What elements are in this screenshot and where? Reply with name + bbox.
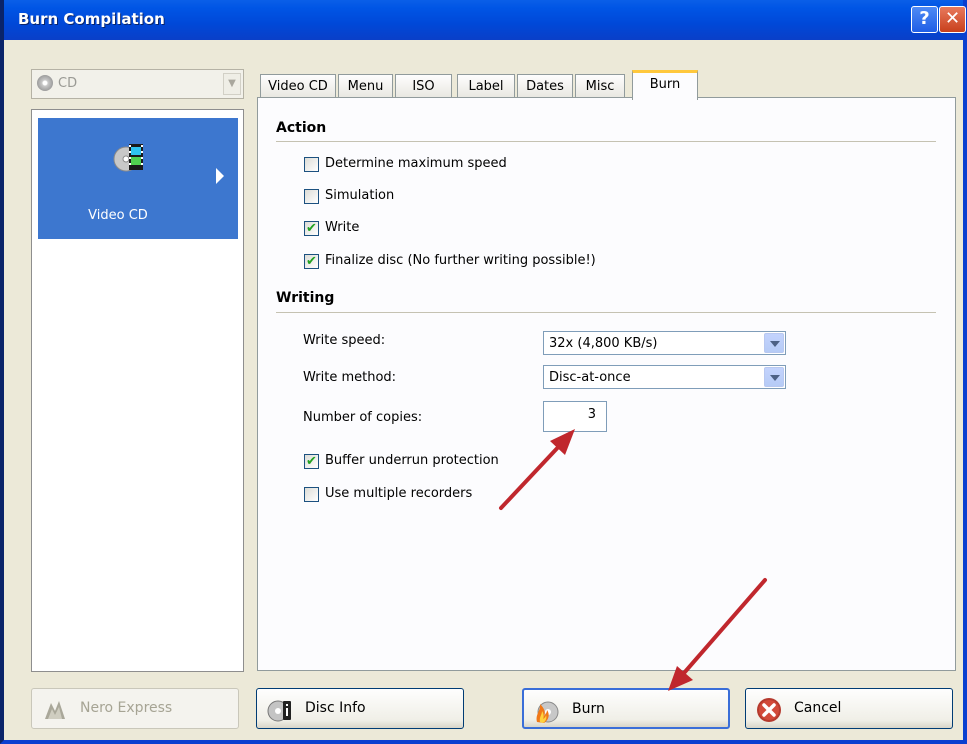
media-type-combo[interactable]: CD ▼: [31, 69, 244, 99]
button-label: Nero Express: [80, 700, 173, 716]
checkbox-label: Determine maximum speed: [325, 156, 507, 171]
writing-divider: [276, 312, 936, 313]
checkbox-box: [304, 487, 319, 502]
cancel-x-icon: [757, 698, 781, 722]
nero-express-icon: [45, 701, 65, 719]
chevron-down-icon[interactable]: ▼: [223, 73, 241, 95]
write-method-label: Write method:: [303, 370, 397, 385]
checkbox-box: [304, 157, 319, 172]
cd-disc-icon: [37, 75, 53, 91]
action-heading: Action: [276, 120, 327, 136]
close-button[interactable]: ✕: [939, 6, 966, 33]
check-mark-icon: ✔: [304, 454, 319, 469]
check-mark-icon: ✔: [304, 221, 319, 236]
tab-burn[interactable]: Burn: [632, 70, 698, 100]
window-title: Burn Compilation: [18, 10, 165, 28]
write-speed-label: Write speed:: [303, 333, 386, 348]
button-label: Cancel: [794, 700, 842, 716]
copies-label: Number of copies:: [303, 410, 423, 425]
burn-flame-disc-icon: [536, 701, 559, 723]
button-label: Burn: [572, 701, 605, 717]
disc-info-icon: [267, 700, 291, 722]
write-method-select[interactable]: Disc-at-once: [543, 365, 786, 389]
checkbox-label: Finalize disc (No further writing possib…: [325, 253, 596, 268]
write-speed-select[interactable]: 32x (4,800 KB/s): [543, 331, 786, 355]
checkbox-box: [304, 189, 319, 204]
button-label: Disc Info: [305, 700, 366, 716]
action-divider: [276, 141, 936, 142]
chevron-right-icon: [216, 168, 224, 184]
dropdown-arrow-icon[interactable]: [764, 333, 784, 353]
number-of-copies-input[interactable]: 3: [543, 401, 607, 432]
media-type-value: CD: [58, 76, 78, 91]
disc-info-button[interactable]: Disc Info: [256, 688, 464, 729]
nero-express-button[interactable]: Nero Express: [31, 688, 239, 729]
write-method-value: Disc-at-once: [549, 370, 631, 385]
compilation-type-list: Video CD: [31, 109, 244, 672]
title-bar[interactable]: Burn Compilation ? ✕: [4, 0, 966, 40]
write-speed-value: 32x (4,800 KB/s): [549, 336, 658, 351]
burn-compilation-window: Burn Compilation ? ✕ CD ▼ Video CD Video…: [0, 0, 967, 744]
writing-heading: Writing: [276, 290, 335, 306]
checkbox-label: Write: [325, 220, 360, 235]
checkbox-label: Use multiple recorders: [325, 486, 473, 501]
help-button[interactable]: ?: [911, 6, 938, 33]
checkbox-label: Simulation: [325, 188, 395, 203]
sidebar-item-video-cd[interactable]: Video CD: [38, 118, 238, 239]
check-mark-icon: ✔: [304, 254, 319, 269]
cancel-button[interactable]: Cancel: [745, 688, 953, 729]
checkbox-label: Buffer underrun protection: [325, 453, 499, 468]
burn-button[interactable]: Burn: [522, 688, 730, 729]
video-cd-icon: [113, 144, 143, 172]
burn-settings-panel: Action Determine maximum speed Simulatio…: [257, 97, 956, 671]
sidebar-item-label: Video CD: [88, 208, 148, 223]
dropdown-arrow-icon[interactable]: [764, 367, 784, 387]
